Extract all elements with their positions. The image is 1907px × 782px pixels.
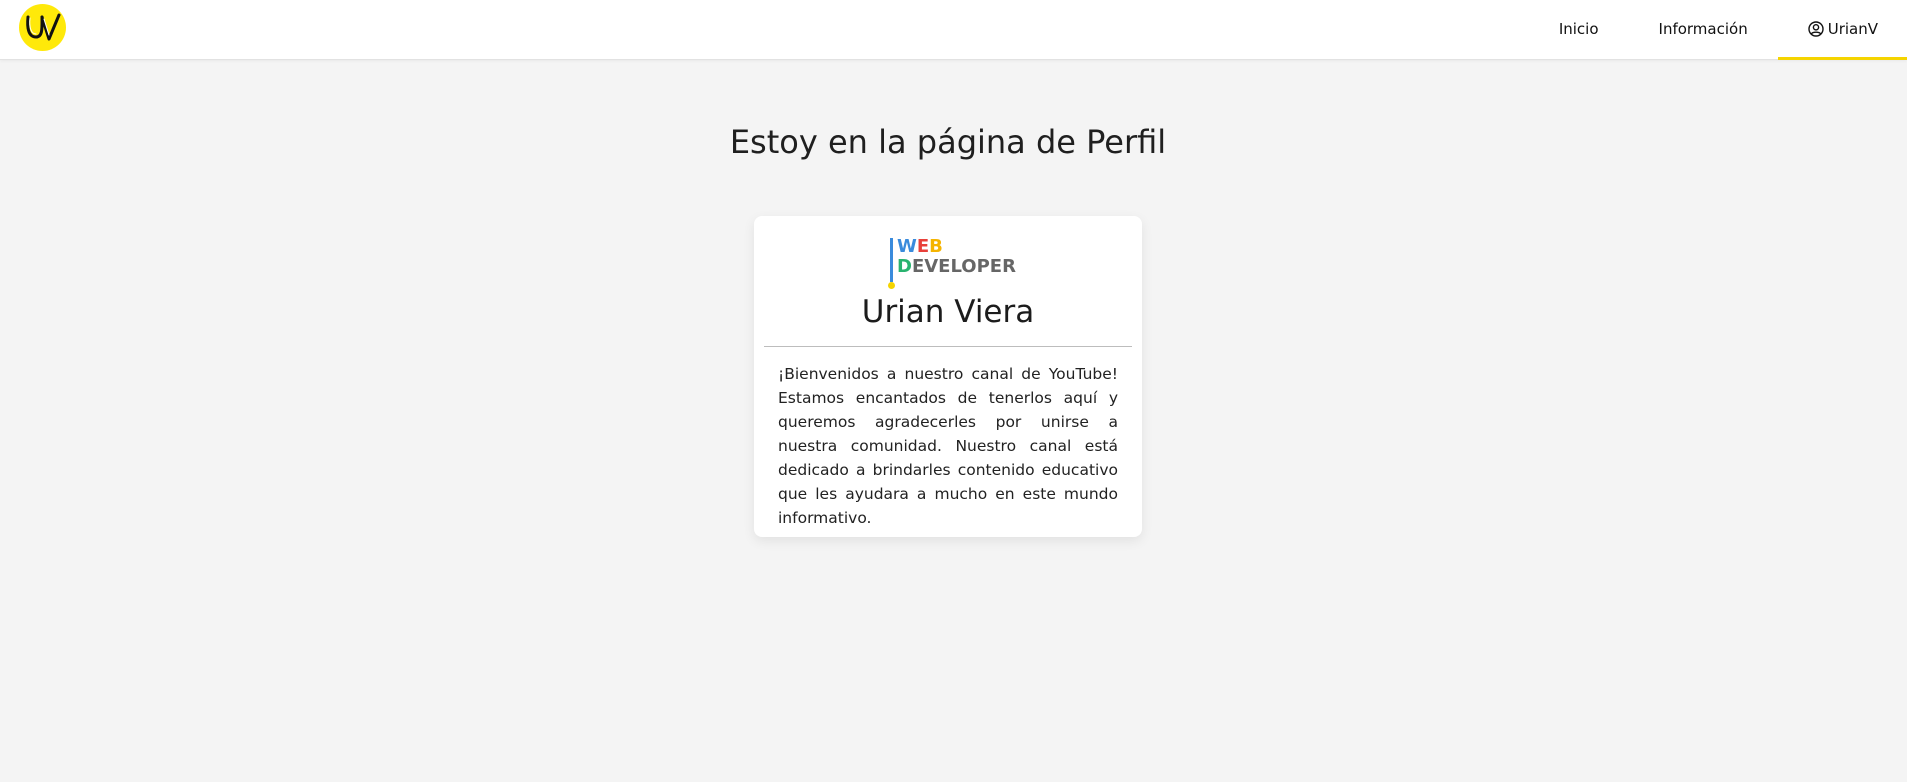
page-title: Estoy en la página de Perfil bbox=[729, 123, 1167, 161]
logo-line-developer: DEVELOPER bbox=[897, 256, 1016, 277]
logo-line-web: WEB bbox=[897, 236, 943, 257]
nav-item-inicio[interactable]: Inicio bbox=[1529, 0, 1629, 60]
uv-logo-icon[interactable] bbox=[19, 4, 66, 51]
main-nav: Inicio Información UrianV bbox=[1529, 0, 1907, 60]
nav-item-informacion[interactable]: Información bbox=[1629, 0, 1778, 60]
nav-item-label: Información bbox=[1658, 19, 1748, 38]
user-circle-icon bbox=[1808, 20, 1824, 37]
profile-card: WEB DEVELOPER Urian Viera ¡Bienvenidos a… bbox=[754, 216, 1142, 537]
top-navbar: Inicio Información UrianV bbox=[0, 0, 1907, 60]
card-divider bbox=[764, 346, 1132, 347]
profile-description: ¡Bienvenidos a nuestro canal de YouTube!… bbox=[778, 365, 1118, 527]
logo-bar bbox=[890, 238, 893, 282]
profile-name: Urian Viera bbox=[861, 294, 1035, 330]
nav-item-label: Inicio bbox=[1558, 19, 1599, 38]
web-developer-logo: WEB DEVELOPER bbox=[886, 236, 1016, 292]
logo-dot bbox=[888, 282, 895, 289]
nav-item-label: UrianV bbox=[1827, 19, 1878, 38]
nav-item-user-profile[interactable]: UrianV bbox=[1777, 0, 1907, 60]
